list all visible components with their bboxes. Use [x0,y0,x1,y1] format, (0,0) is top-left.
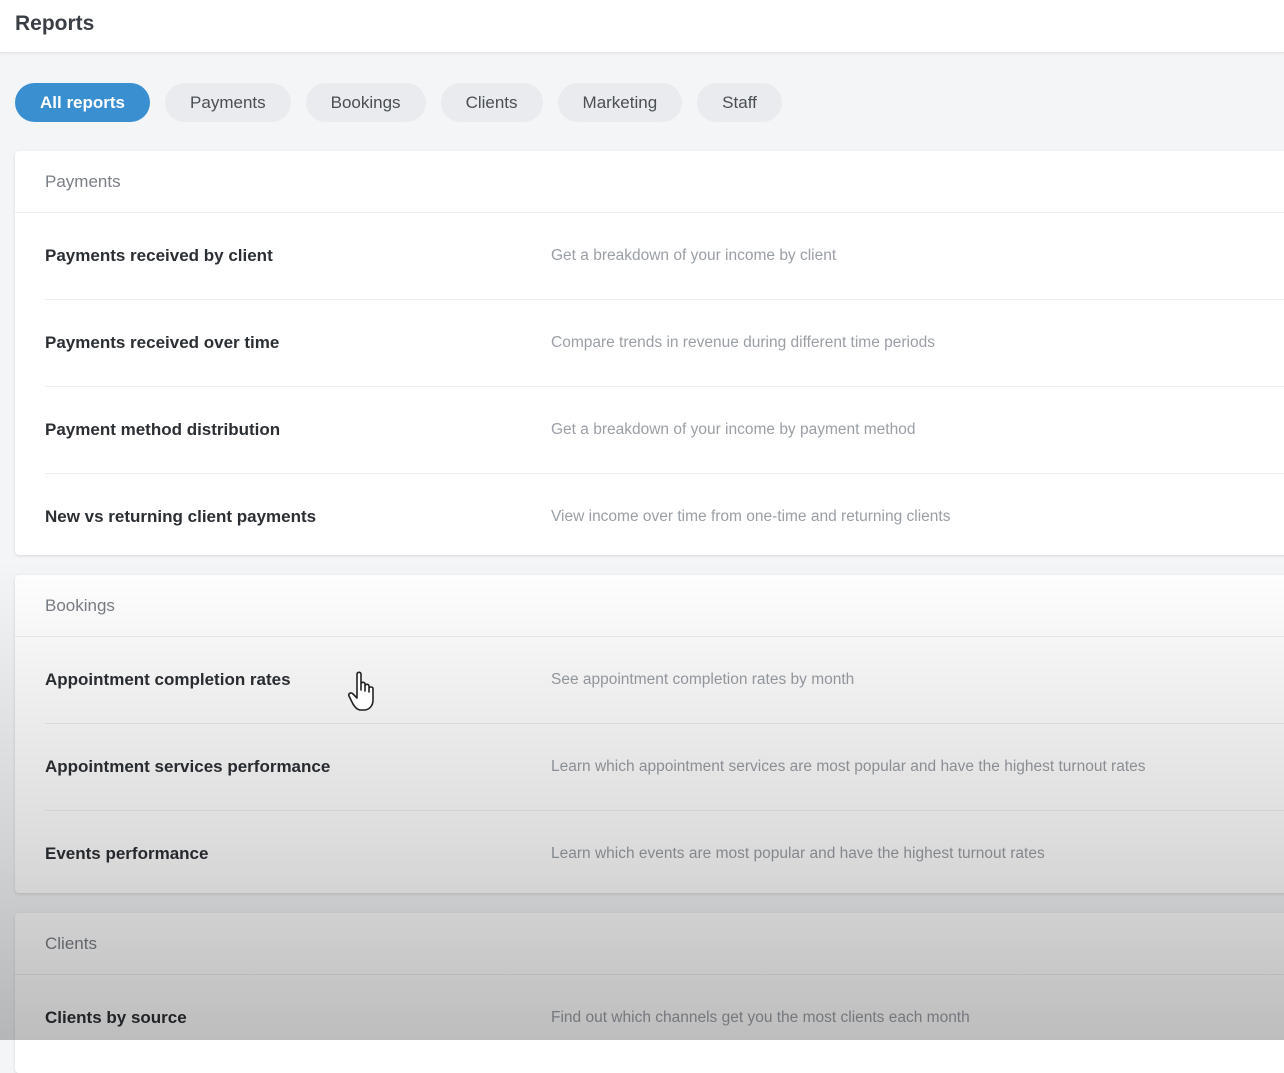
report-title: Payment method distribution [45,420,281,439]
page-title: Reports [15,12,95,35]
report-row-appointment-completion[interactable]: Appointment completion rates See appoint… [45,637,1284,724]
section-header-payments: Payments [15,151,1284,213]
report-description: Get a breakdown of your income by paymen… [551,421,916,438]
report-title: New vs returning client payments [45,507,317,526]
tab-all-reports[interactable]: All reports [15,83,151,122]
report-title: Appointment completion rates [45,670,291,689]
report-row-clients-by-source[interactable]: Clients by source Find out which channel… [45,975,1284,1061]
tab-payments[interactable]: Payments [165,83,291,122]
report-description: Get a breakdown of your income by client [551,247,837,264]
report-category-tabs: All reports Payments Bookings Clients Ma… [15,83,782,122]
section-header-clients: Clients [15,913,1284,975]
section-header-bookings: Bookings [15,575,1284,637]
payments-section: Payments Payments received by client Get… [15,151,1284,555]
tab-staff[interactable]: Staff [697,83,782,122]
report-row-payment-method-distribution[interactable]: Payment method distribution Get a breakd… [45,387,1284,474]
clients-section: Clients Clients by source Find out which… [15,913,1284,1073]
report-title: Events performance [45,844,209,863]
top-bar: Reports [0,0,1284,53]
report-row-payments-over-time[interactable]: Payments received over time Compare tren… [45,300,1284,387]
report-description: Learn which events are most popular and … [551,845,1045,862]
bookings-section: Bookings Appointment completion rates Se… [15,575,1284,893]
report-description: View income over time from one-time and … [551,508,951,525]
report-description: Learn which appointment services are mos… [551,758,1146,775]
report-row-payments-by-client[interactable]: Payments received by client Get a breakd… [45,213,1284,300]
report-description: See appointment completion rates by mont… [551,671,855,688]
report-description: Find out which channels get you the most… [551,1009,970,1026]
hand-pointer-icon [347,671,374,711]
report-title: Appointment services performance [45,757,331,776]
tab-marketing[interactable]: Marketing [557,83,683,122]
report-row-events-performance[interactable]: Events performance Learn which events ar… [45,811,1284,893]
tab-bookings[interactable]: Bookings [305,83,426,122]
report-title: Payments received by client [45,246,273,265]
report-description: Compare trends in revenue during differe… [551,334,935,351]
report-row-new-vs-returning[interactable]: New vs returning client payments View in… [45,474,1284,555]
report-title: Payments received over time [45,333,280,352]
report-row-appointment-services[interactable]: Appointment services performance Learn w… [45,724,1284,811]
report-title: Clients by source [45,1008,187,1027]
tab-clients[interactable]: Clients [440,83,543,122]
